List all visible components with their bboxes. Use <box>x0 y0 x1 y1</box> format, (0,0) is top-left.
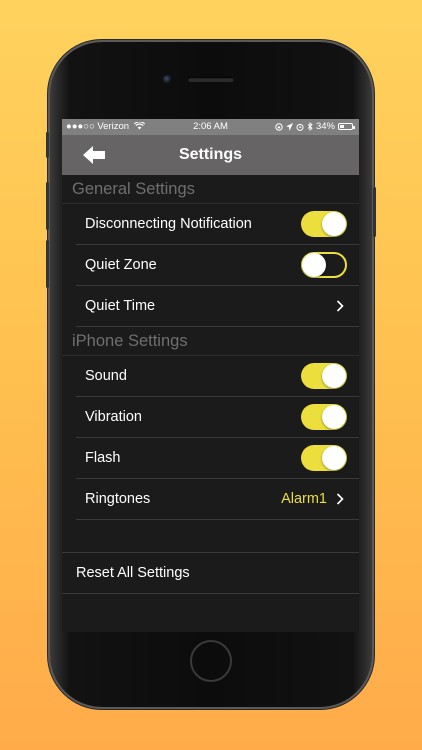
flash-row: Flash <box>76 438 359 479</box>
home-button[interactable] <box>190 640 232 682</box>
ringtones-row[interactable]: Ringtones Alarm1 <box>76 479 359 520</box>
mute-switch <box>46 132 49 158</box>
reset-all-settings-label: Reset All Settings <box>76 565 190 581</box>
volume-up-button <box>46 182 49 230</box>
toggle-knob <box>322 405 346 429</box>
battery-icon <box>338 123 355 130</box>
bluetooth-icon <box>307 122 313 131</box>
battery-fill <box>340 125 344 128</box>
sound-toggle[interactable] <box>301 363 347 389</box>
toggle-knob <box>322 364 346 388</box>
chevron-right-icon <box>336 300 344 312</box>
flash-label: Flash <box>85 450 121 466</box>
quiet-zone-toggle[interactable] <box>301 252 347 278</box>
toggle-knob <box>322 212 346 236</box>
power-button <box>373 187 376 237</box>
section-header-iphone: iPhone Settings <box>62 327 359 356</box>
battery-percent: 34% <box>315 121 335 132</box>
chevron-right-icon <box>336 493 344 505</box>
status-bar: ●●●○○ Verizon 2:06 AM 34% <box>62 119 359 135</box>
vibration-row: Vibration <box>76 397 359 438</box>
phone-frame: ●●●○○ Verizon 2:06 AM 34% Settings Gener… <box>46 42 376 707</box>
disconnecting-notification-row: Disconnecting Notification <box>76 204 359 245</box>
screen: ●●●○○ Verizon 2:06 AM 34% Settings Gener… <box>62 119 359 632</box>
front-camera <box>163 75 172 84</box>
vibration-toggle[interactable] <box>301 404 347 430</box>
section-header-general: General Settings <box>62 175 359 204</box>
nav-bar: Settings <box>62 135 359 175</box>
flash-toggle[interactable] <box>301 445 347 471</box>
ringtones-value: Alarm1 <box>281 491 327 507</box>
vibration-label: Vibration <box>85 409 142 425</box>
earpiece-speaker <box>188 77 234 82</box>
disconnecting-notification-toggle[interactable] <box>301 211 347 237</box>
quiet-zone-label: Quiet Zone <box>85 257 157 273</box>
volume-down-button <box>46 240 49 288</box>
quiet-zone-row: Quiet Zone <box>76 245 359 286</box>
alarm-icon <box>296 123 304 131</box>
page-title: Settings <box>178 146 243 163</box>
quiet-time-row[interactable]: Quiet Time <box>76 286 359 327</box>
quiet-time-label: Quiet Time <box>85 298 156 314</box>
status-icons: 34% <box>275 121 355 132</box>
sound-label: Sound <box>85 368 127 384</box>
location-icon <box>285 122 293 131</box>
ringtones-label: Ringtones <box>85 491 151 507</box>
sound-row: Sound <box>76 356 359 397</box>
lock-rotation-icon <box>275 122 283 131</box>
toggle-knob <box>302 253 326 277</box>
toggle-knob <box>322 446 346 470</box>
section-spacer <box>62 520 359 553</box>
reset-all-settings-row[interactable]: Reset All Settings <box>62 553 359 594</box>
disconnecting-notification-label: Disconnecting Notification <box>85 216 252 232</box>
